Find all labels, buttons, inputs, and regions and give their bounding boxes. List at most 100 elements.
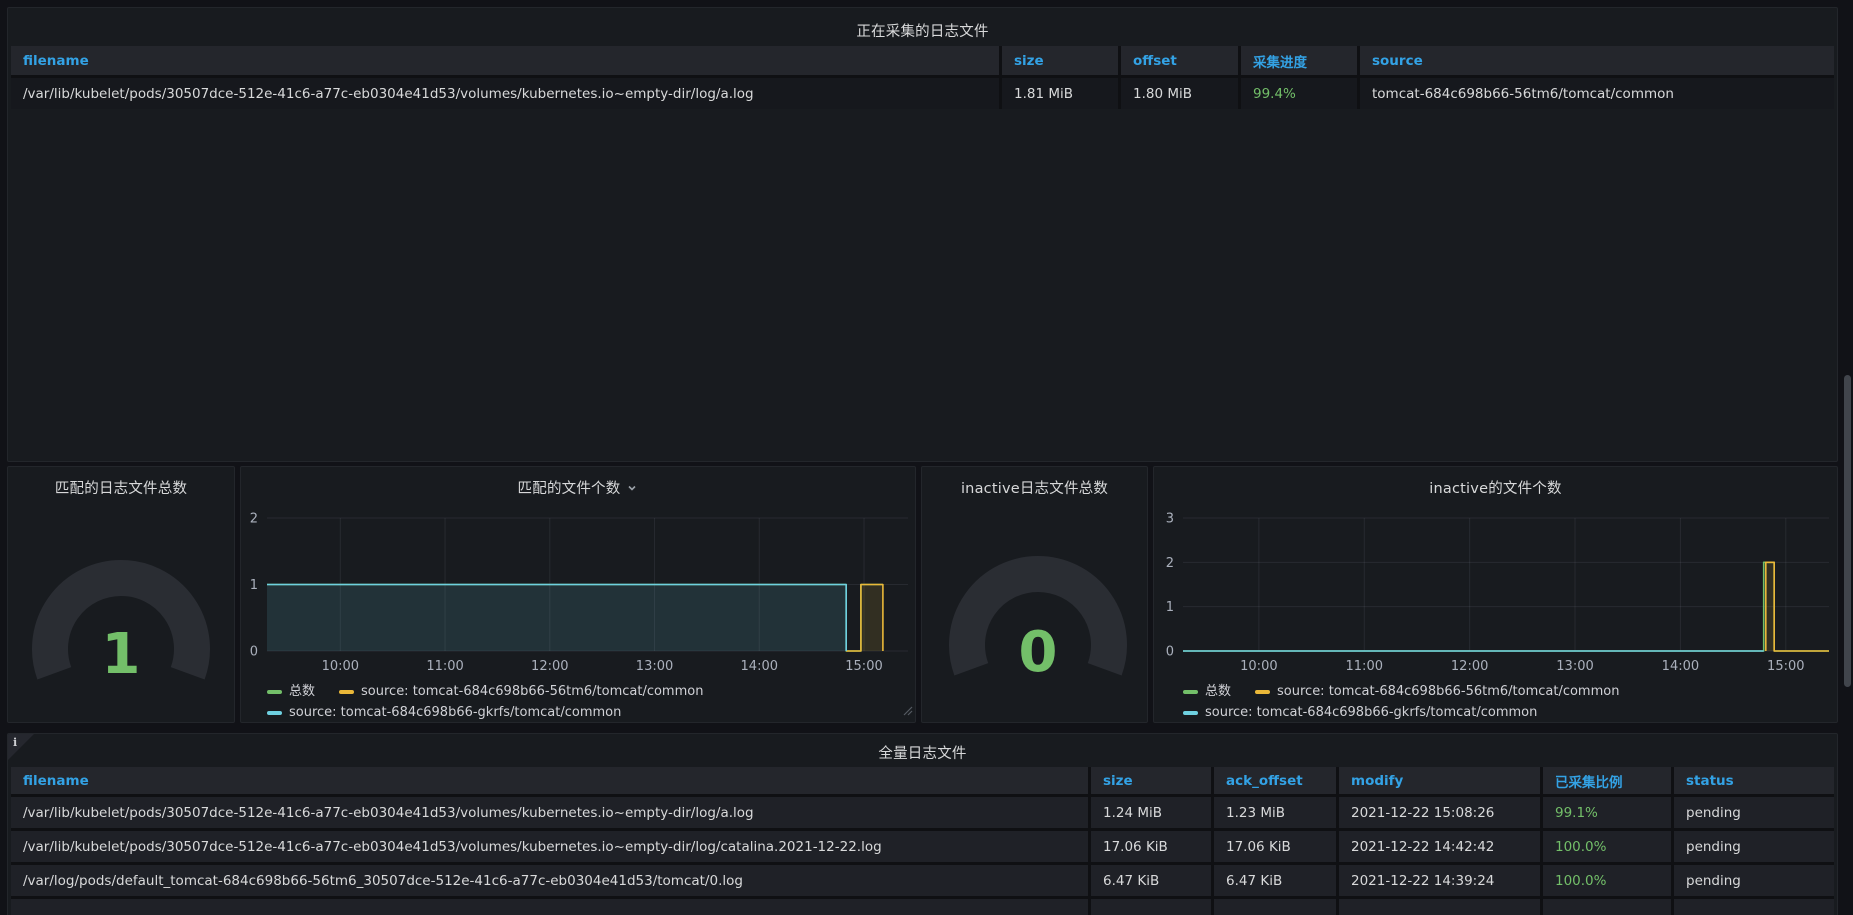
svg-text:0: 0 [1166, 645, 1174, 660]
time-series-chart[interactable]: 012310:0011:0012:0013:0014:0015:00 [1154, 467, 1838, 679]
panel-collecting-files: 正在采集的日志文件 filename size offset 采集进度 sour… [7, 7, 1838, 462]
legend-label: 总数 [289, 681, 315, 702]
legend-label: source: tomcat-684c698b66-gkrfs/tomcat/c… [1205, 702, 1537, 723]
dashboard: 正在采集的日志文件 filename size offset 采集进度 sour… [0, 0, 1853, 915]
svg-text:15:00: 15:00 [845, 659, 882, 674]
column-header-size[interactable]: size [1091, 767, 1211, 794]
cell-ack-offset: 1.23 MiB [1214, 797, 1336, 828]
svg-text:11:00: 11:00 [426, 659, 463, 674]
svg-text:12:00: 12:00 [1451, 659, 1488, 674]
time-series-chart[interactable]: 0 1 2 10:00 11:00 12:00 13:00 14:00 15:00 [241, 467, 916, 679]
column-header-size[interactable]: size [1002, 46, 1118, 75]
cell-modify: 2021-12-22 14:42:42 [1339, 831, 1540, 862]
legend-label: source: tomcat-684c698b66-56tm6/tomcat/c… [361, 681, 703, 702]
cell-offset: 1.80 MiB [1121, 78, 1238, 109]
legend-item-total[interactable]: 总数 [267, 681, 315, 702]
legend-item-gkrfs[interactable]: source: tomcat-684c698b66-gkrfs/tomcat/c… [1183, 702, 1537, 723]
column-header-filename[interactable]: filename [11, 46, 999, 75]
cell-size [1091, 899, 1211, 915]
table-row: /var/lib/kubelet/pods/30507dce-512e-41c6… [11, 797, 1834, 828]
cell-filename: /var/log/pods/default_tomcat-684c698b66-… [11, 865, 1088, 896]
gauge-value: 0 [1019, 625, 1058, 681]
column-header-offset[interactable]: offset [1121, 46, 1238, 75]
table-row: /var/log/pods/default_tomcat-684c698b66-… [11, 865, 1834, 896]
column-header-source[interactable]: source [1360, 46, 1834, 75]
svg-text:1: 1 [1166, 600, 1174, 615]
panel-inactive-chart: inactive的文件个数 012310:0011:0012:0013:0014… [1153, 466, 1838, 723]
table-row-partial [11, 899, 1834, 915]
cell-size: 17.06 KiB [1091, 831, 1211, 862]
table-row: /var/lib/kubelet/pods/30507dce-512e-41c6… [11, 78, 1834, 109]
gauge-value: 1 [102, 627, 141, 683]
legend-swatch-yellow [1255, 690, 1270, 694]
legend-item-total[interactable]: 总数 [1183, 681, 1231, 702]
cell-source: tomcat-684c698b66-56tm6/tomcat/common [1360, 78, 1834, 109]
scrollbar-thumb[interactable] [1844, 375, 1851, 687]
cell-size: 1.24 MiB [1091, 797, 1211, 828]
svg-text:13:00: 13:00 [636, 659, 673, 674]
cell-status: pending [1674, 831, 1834, 862]
panel-matched-chart: 匹配的文件个数 01210:0011:0012:0013:0014:0015:0… [240, 466, 916, 723]
cell-size: 6.47 KiB [1091, 865, 1211, 896]
svg-text:10:00: 10:00 [322, 659, 359, 674]
cell-ack-offset: 6.47 KiB [1214, 865, 1336, 896]
cell-status [1674, 899, 1834, 915]
column-header-collected-ratio[interactable]: 已采集比例 [1543, 767, 1671, 794]
svg-text:0: 0 [250, 645, 258, 660]
panel-matched-total: 匹配的日志文件总数 1 [7, 466, 235, 723]
cell-progress: 99.4% [1241, 78, 1357, 109]
svg-text:10:00: 10:00 [1240, 659, 1277, 674]
legend-swatch-yellow [339, 690, 354, 694]
cell-collected-ratio: 100.0% [1543, 865, 1671, 896]
table-header-row: filename size ack_offset modify 已采集比例 st… [11, 767, 1834, 794]
table-row: /var/lib/kubelet/pods/30507dce-512e-41c6… [11, 831, 1834, 862]
chart-legend: 总数 source: tomcat-684c698b66-56tm6/tomca… [1183, 681, 1635, 723]
chart-legend: 总数 source: tomcat-684c698b66-56tm6/tomca… [267, 681, 719, 723]
cell-modify: 2021-12-22 15:08:26 [1339, 797, 1540, 828]
cell-status: pending [1674, 797, 1834, 828]
legend-swatch-teal [267, 711, 282, 715]
panel-title-all-files[interactable]: 全量日志文件 [8, 742, 1837, 763]
cell-status: pending [1674, 865, 1834, 896]
cell-collected-ratio [1543, 899, 1671, 915]
legend-item-gkrfs[interactable]: source: tomcat-684c698b66-gkrfs/tomcat/c… [267, 702, 621, 723]
table-header-row: filename size offset 采集进度 source [11, 46, 1834, 75]
column-header-status[interactable]: status [1674, 767, 1834, 794]
cell-ack-offset [1214, 899, 1336, 915]
panel-all-files: i 全量日志文件 filename size ack_offset modify… [7, 733, 1838, 915]
cell-filename: /var/lib/kubelet/pods/30507dce-512e-41c6… [11, 78, 999, 109]
cell-filename: /var/lib/kubelet/pods/30507dce-512e-41c6… [11, 797, 1088, 828]
svg-text:2: 2 [250, 512, 258, 527]
cell-size: 1.81 MiB [1002, 78, 1118, 109]
svg-text:1: 1 [250, 578, 258, 593]
svg-text:2: 2 [1166, 556, 1174, 571]
collecting-table: filename size offset 采集进度 source /var/li… [11, 46, 1834, 109]
legend-label: 总数 [1205, 681, 1231, 702]
legend-item-56tm6[interactable]: source: tomcat-684c698b66-56tm6/tomcat/c… [1255, 681, 1619, 702]
cell-modify [1339, 899, 1540, 915]
column-header-progress[interactable]: 采集进度 [1241, 46, 1357, 75]
cell-modify: 2021-12-22 14:39:24 [1339, 865, 1540, 896]
svg-text:3: 3 [1166, 512, 1174, 527]
all-files-table: filename size ack_offset modify 已采集比例 st… [11, 767, 1834, 915]
panel-resize-handle[interactable] [903, 701, 913, 720]
svg-text:14:00: 14:00 [1662, 659, 1699, 674]
legend-swatch-green [267, 690, 282, 694]
legend-item-56tm6[interactable]: source: tomcat-684c698b66-56tm6/tomcat/c… [339, 681, 703, 702]
cell-ack-offset: 17.06 KiB [1214, 831, 1336, 862]
svg-text:13:00: 13:00 [1556, 659, 1593, 674]
column-header-modify[interactable]: modify [1339, 767, 1540, 794]
panel-title-collecting[interactable]: 正在采集的日志文件 [8, 20, 1837, 41]
svg-text:14:00: 14:00 [741, 659, 778, 674]
legend-label: source: tomcat-684c698b66-56tm6/tomcat/c… [1277, 681, 1619, 702]
cell-collected-ratio: 99.1% [1543, 797, 1671, 828]
svg-text:15:00: 15:00 [1767, 659, 1804, 674]
panel-inactive-total: inactive日志文件总数 0 [921, 466, 1148, 723]
cell-collected-ratio: 100.0% [1543, 831, 1671, 862]
svg-text:12:00: 12:00 [531, 659, 568, 674]
cell-filename: /var/lib/kubelet/pods/30507dce-512e-41c6… [11, 831, 1088, 862]
legend-swatch-green [1183, 690, 1198, 694]
column-header-filename[interactable]: filename [11, 767, 1088, 794]
legend-label: source: tomcat-684c698b66-gkrfs/tomcat/c… [289, 702, 621, 723]
column-header-ack-offset[interactable]: ack_offset [1214, 767, 1336, 794]
